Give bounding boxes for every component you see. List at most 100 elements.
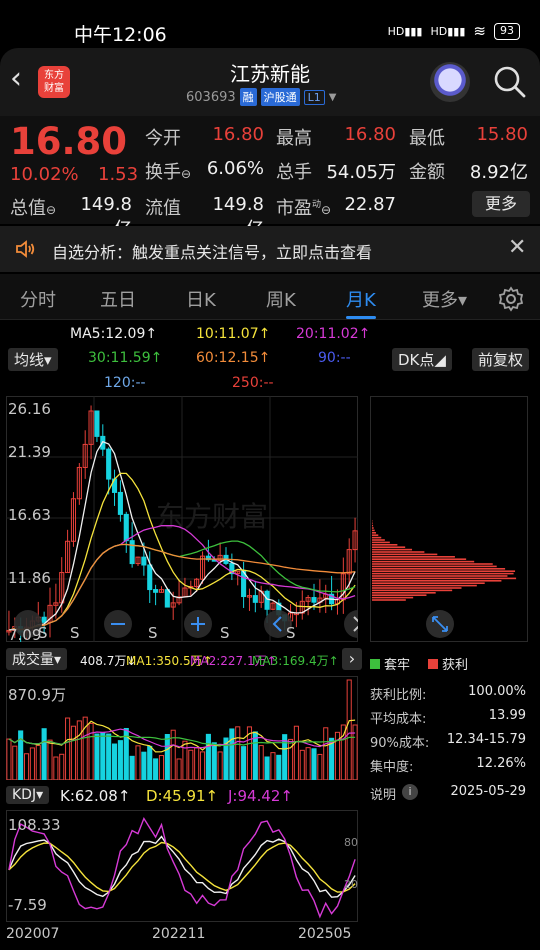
volume-bar — [106, 733, 112, 780]
volume-ma3: MA3:169.4万↑ — [252, 654, 339, 668]
volume-bar — [235, 726, 241, 780]
chip-bar — [372, 546, 406, 548]
speaker-icon — [16, 240, 35, 258]
pan-right-button — [344, 610, 358, 638]
volume-bar — [199, 751, 206, 780]
tab-intraday[interactable]: 分时 — [20, 286, 56, 312]
volume-bar — [194, 747, 200, 780]
candle — [153, 589, 159, 593]
info-icon[interactable]: i — [402, 784, 418, 800]
chip-bar — [372, 582, 485, 584]
tab-daily[interactable]: 日K — [186, 286, 216, 312]
chip-bar — [372, 524, 374, 527]
open-label: 今开 — [145, 128, 181, 149]
tab-weekly[interactable]: 周K — [266, 286, 296, 312]
volume-bar — [276, 754, 282, 780]
chip-bar — [372, 596, 414, 599]
chip-distribution-chart[interactable] — [370, 396, 528, 642]
candle — [94, 410, 100, 437]
y-tick-4: 11.86 — [8, 569, 51, 587]
tab-more[interactable]: 更多▾ — [422, 286, 467, 312]
date-label: 202211 — [152, 926, 206, 942]
y-tick-2: 21.39 — [8, 443, 51, 461]
last-price: 16.80 — [10, 120, 128, 163]
sell-mark: S — [148, 624, 158, 642]
ma90-value: 90:-- — [318, 350, 351, 366]
candle — [264, 590, 270, 610]
amount-label: 金额 — [409, 162, 445, 183]
ma250-value: 250:-- — [232, 375, 274, 391]
date-label: 202505 — [298, 926, 352, 942]
volume-bar — [117, 740, 123, 780]
volume-selector[interactable]: 成交量▾ — [6, 648, 68, 670]
sell-mark: S — [286, 624, 296, 642]
adjust-mode-button[interactable]: 前复权 — [472, 348, 530, 371]
fullscreen-icon — [426, 610, 454, 638]
alert-banner[interactable]: 自选分析：触发重点关注信号，立即点击查看 ✕ — [0, 226, 540, 272]
chip-bar — [372, 580, 502, 582]
chevron-right-icon[interactable]: › — [342, 648, 362, 670]
volume-bar — [141, 751, 147, 780]
note-label[interactable]: 说明 — [370, 784, 396, 803]
ma-selector-button[interactable]: 均线▾ — [8, 348, 58, 371]
volume-bar — [211, 742, 217, 780]
chip-bar — [372, 568, 506, 570]
watermark: 东方财富 — [156, 500, 268, 533]
pe-value: 22.87 — [344, 194, 396, 215]
tab-five-day[interactable]: 五日 — [100, 286, 136, 312]
kdj-top-label: 108.33 — [8, 816, 61, 834]
indicator-selector[interactable]: KDJ▾ — [6, 786, 50, 804]
active-tab-indicator — [346, 316, 376, 319]
turnover-label: 换手⊖ — [145, 162, 192, 183]
y-tick-3: 16.63 — [8, 506, 51, 524]
candle — [117, 491, 123, 515]
chip-bar — [372, 536, 382, 539]
volume-bar — [241, 746, 247, 780]
open-value: 16.80 — [212, 124, 264, 145]
settings-gear-icon[interactable] — [498, 286, 524, 312]
candle — [141, 556, 147, 566]
total-cap-label: 总值⊖ — [10, 198, 57, 219]
chip-bar — [372, 563, 493, 565]
hk-connect-tag: 沪股通 — [260, 88, 300, 106]
chip-bar — [372, 599, 406, 601]
kdj-line — [8, 841, 356, 893]
date-axis: 202007 202211 202505 — [0, 924, 370, 950]
chip-bar — [372, 575, 508, 577]
stock-code-row[interactable]: 603693 融 沪股通 L1 ▼ — [186, 88, 336, 106]
volume-bar — [23, 753, 30, 780]
dk-point-button[interactable]: DK点◢ — [392, 348, 452, 371]
volume-bar — [176, 758, 182, 780]
volume-bar — [188, 749, 194, 780]
back-arrow-icon[interactable]: ‹ — [10, 64, 22, 94]
volume-bar — [76, 720, 82, 780]
kdj-legend: KDJ▾ K:62.08↑ D:45.91↑ J:94.42↑ — [0, 784, 370, 810]
volume-bar — [47, 739, 53, 780]
chevron-down-icon: ▼ — [328, 91, 337, 103]
tab-monthly[interactable]: 月K — [346, 286, 376, 312]
volume-bar — [129, 755, 135, 780]
chip-bar — [372, 527, 374, 529]
chart-period-tabs: 分时 五日 日K 周K 月K 更多▾ — [0, 274, 540, 320]
cost-date: 2025-05-29 — [450, 784, 526, 799]
assistant-robot-icon[interactable] — [430, 62, 470, 102]
change-percent: 10.02% — [10, 164, 79, 185]
search-icon[interactable] — [492, 64, 528, 100]
volume-bar — [100, 732, 106, 780]
more-button[interactable]: 更多 — [472, 191, 530, 217]
chip-bar — [372, 570, 516, 572]
y-tick-5: 7.09 — [8, 626, 42, 644]
candle — [311, 597, 317, 603]
volume-bar — [205, 733, 211, 780]
candle — [123, 513, 129, 542]
volume-bar — [252, 731, 258, 780]
stock-header: 江苏新能 ‹ 东方 财富 603693 融 沪股通 L1 ▼ — [0, 48, 540, 116]
volume-bar — [317, 753, 323, 780]
change-amount: 1.53 — [98, 164, 139, 185]
close-icon[interactable]: ✕ — [508, 235, 526, 260]
volume-bar — [65, 717, 71, 780]
candlestick-chart[interactable]: 东方财富 — [6, 396, 358, 642]
candle — [147, 564, 153, 591]
chip-bar — [372, 544, 398, 546]
chip-bar — [372, 532, 377, 534]
